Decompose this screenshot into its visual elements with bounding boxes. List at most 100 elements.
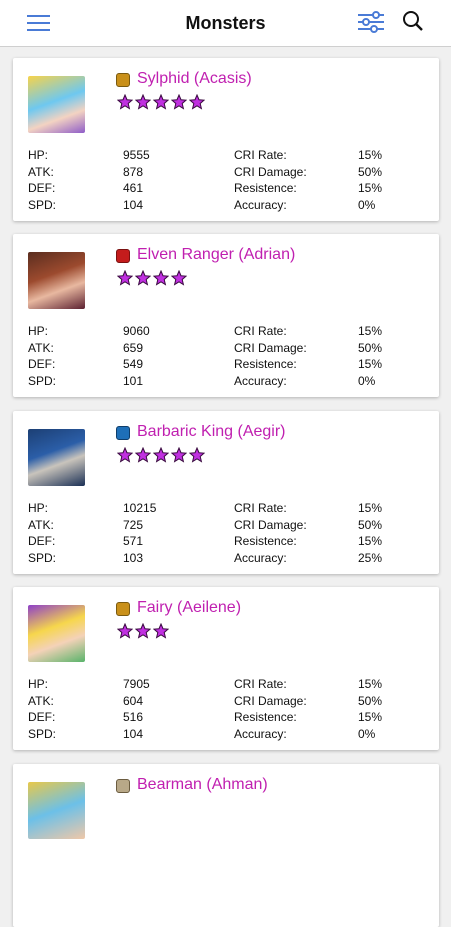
- cri-damage-value: 50%: [358, 693, 383, 708]
- resistance-label: Resistence:: [234, 181, 297, 196]
- stat-row: HP: 7905 CRI Rate: 15%: [28, 677, 428, 694]
- star-icon: [134, 93, 152, 110]
- monster-card[interactable]: Sylphid (Acasis) HP: 9555 CRI Rate: 15% ATK: 8…: [13, 58, 439, 221]
- monster-card[interactable]: Fairy (Aeilene) HP: 7905 CRI Rate: 15% ATK: 60…: [13, 587, 439, 750]
- stat-row: HP: 10215 CRI Rate: 15%: [28, 501, 428, 518]
- hp-value: 7905: [123, 677, 150, 691]
- star-rating: [116, 93, 207, 112]
- stat-row: HP: 9060 CRI Rate: 15%: [28, 324, 428, 341]
- monster-card[interactable]: Barbaric King (Aegir) HP: 10215 CRI Rate: 15…: [13, 411, 439, 574]
- hp-label: HP:: [28, 324, 49, 338]
- hp-value: 9060: [123, 324, 150, 338]
- stat-row: DEF: 571 Resistence: 15%: [28, 534, 428, 551]
- hp-value: 10215: [123, 501, 157, 515]
- hp-label: HP:: [28, 501, 49, 515]
- cri-rate-label: CRI Rate:: [234, 148, 287, 162]
- stat-row: HP: 9555 CRI Rate: 15%: [28, 148, 428, 165]
- accuracy-value: 25%: [358, 550, 383, 565]
- cri-rate-label: CRI Rate:: [234, 324, 287, 338]
- search-icon[interactable]: [400, 8, 430, 38]
- accuracy-label: Accuracy:: [234, 373, 287, 388]
- atk-label: ATK:: [28, 517, 54, 532]
- stat-row: ATK: 878 CRI Damage: 50%: [28, 165, 428, 182]
- star-icon: [170, 269, 188, 286]
- monster-name: Barbaric King (Aegir): [137, 423, 286, 440]
- atk-value: 659: [123, 340, 144, 355]
- resistance-value: 15%: [358, 534, 383, 549]
- cri-damage-value: 50%: [358, 164, 383, 179]
- star-icon: [134, 269, 152, 286]
- star-rating: [116, 446, 207, 465]
- star-rating: [116, 269, 189, 288]
- star-icon: [188, 93, 206, 110]
- monster-name: Elven Ranger (Adrian): [137, 246, 296, 263]
- accuracy-value: 0%: [358, 197, 376, 212]
- monster-card[interactable]: Bearman (Ahman): [13, 764, 439, 927]
- stat-row: ATK: 604 CRI Damage: 50%: [28, 694, 428, 711]
- wind-element-icon: [116, 73, 130, 87]
- water-element-icon: [116, 426, 130, 440]
- accuracy-label: Accuracy:: [234, 726, 287, 741]
- atk-label: ATK:: [28, 340, 54, 355]
- atk-value: 725: [123, 517, 144, 532]
- cri-rate-value: 15%: [358, 677, 383, 691]
- def-value: 549: [123, 357, 144, 372]
- cri-rate-value: 15%: [358, 501, 383, 515]
- resistance-value: 15%: [358, 710, 383, 725]
- star-icon: [116, 93, 134, 110]
- monster-avatar: [28, 782, 85, 839]
- spd-value: 104: [123, 197, 144, 212]
- monster-name: Fairy (Aeilene): [137, 599, 242, 616]
- filter-icon[interactable]: [356, 8, 386, 38]
- spd-label: SPD:: [28, 197, 57, 212]
- monster-name: Bearman (Ahman): [137, 776, 268, 793]
- wind-element-icon: [116, 602, 130, 616]
- cri-damage-label: CRI Damage:: [234, 340, 307, 355]
- spd-value: 101: [123, 373, 144, 388]
- spd-label: SPD:: [28, 550, 57, 565]
- stat-row: DEF: 549 Resistence: 15%: [28, 357, 428, 374]
- atk-label: ATK:: [28, 693, 54, 708]
- def-value: 571: [123, 534, 144, 549]
- def-label: DEF:: [28, 357, 56, 372]
- wind-gray-element-icon: [116, 779, 130, 793]
- resistance-value: 15%: [358, 357, 383, 372]
- cri-damage-value: 50%: [358, 340, 383, 355]
- monster-avatar: [28, 76, 85, 133]
- cri-damage-label: CRI Damage:: [234, 693, 307, 708]
- stat-row: ATK: 725 CRI Damage: 50%: [28, 518, 428, 535]
- star-icon: [116, 622, 134, 639]
- resistance-label: Resistence:: [234, 357, 297, 372]
- stat-row: DEF: 516 Resistence: 15%: [28, 710, 428, 727]
- star-rating: [116, 622, 171, 641]
- spd-value: 104: [123, 726, 144, 741]
- cri-rate-value: 15%: [358, 148, 383, 162]
- monster-avatar: [28, 605, 85, 662]
- hp-label: HP:: [28, 677, 49, 691]
- star-icon: [116, 269, 134, 286]
- monster-card[interactable]: Elven Ranger (Adrian) HP: 9060 CRI Rate: 15%…: [13, 234, 439, 397]
- accuracy-value: 0%: [358, 726, 376, 741]
- stat-table: HP: 10215 CRI Rate: 15% ATK: 725 CRI Damage: 50…: [28, 501, 428, 567]
- star-icon: [134, 622, 152, 639]
- stat-table: HP: 7905 CRI Rate: 15% ATK: 604 CRI Damage: 50%…: [28, 677, 428, 743]
- cri-damage-label: CRI Damage:: [234, 517, 307, 532]
- stat-row: SPD: 104 Accuracy: 0%: [28, 198, 428, 215]
- stat-table: HP: 9555 CRI Rate: 15% ATK: 878 CRI Damage: 50%…: [28, 148, 428, 214]
- accuracy-label: Accuracy:: [234, 550, 287, 565]
- star-icon: [152, 269, 170, 286]
- star-icon: [152, 622, 170, 639]
- star-icon: [170, 446, 188, 463]
- spd-label: SPD:: [28, 373, 57, 388]
- star-icon: [170, 93, 188, 110]
- def-label: DEF:: [28, 534, 56, 549]
- stat-table: HP: 9060 CRI Rate: 15% ATK: 659 CRI Damage: 50%…: [28, 324, 428, 390]
- accuracy-value: 0%: [358, 373, 376, 388]
- spd-label: SPD:: [28, 726, 57, 741]
- cri-rate-value: 15%: [358, 324, 383, 338]
- stat-row: SPD: 103 Accuracy: 25%: [28, 551, 428, 568]
- def-label: DEF:: [28, 181, 56, 196]
- cri-damage-label: CRI Damage:: [234, 164, 307, 179]
- atk-value: 878: [123, 164, 144, 179]
- cri-rate-label: CRI Rate:: [234, 677, 287, 691]
